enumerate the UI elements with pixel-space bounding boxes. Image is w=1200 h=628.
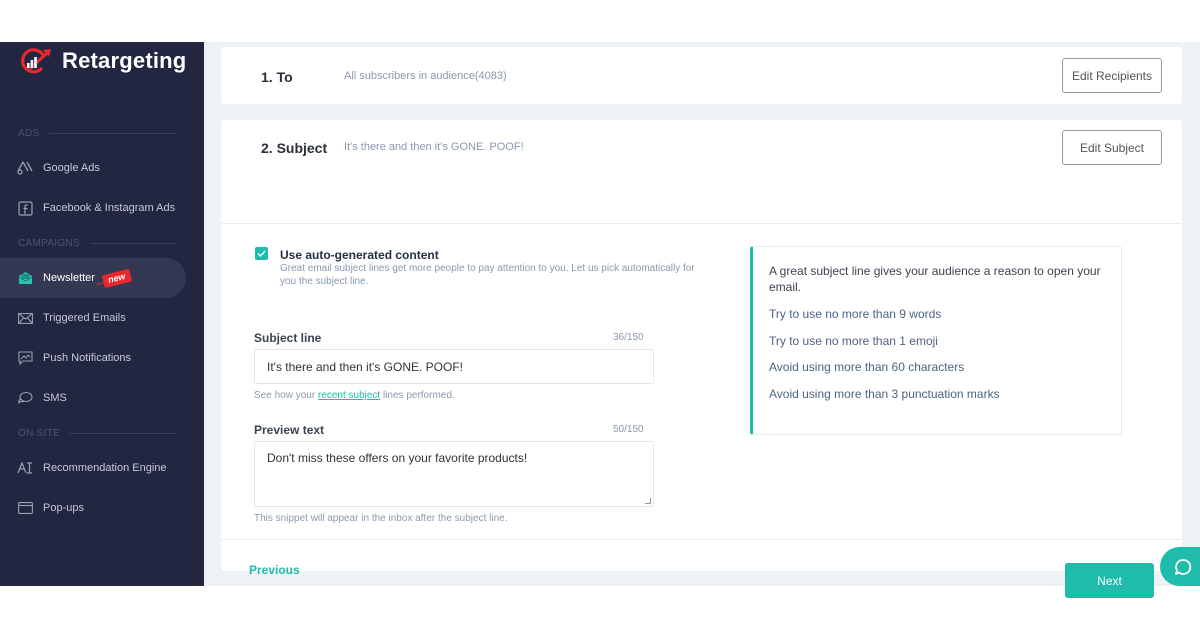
chat-launcher-button[interactable] [1160, 547, 1200, 586]
edit-subject-button[interactable]: Edit Subject [1062, 130, 1162, 165]
sidebar-item-label: SMS [43, 392, 67, 404]
sidebar-item-label: Newsletter [43, 272, 95, 284]
auto-generate-checkbox[interactable] [255, 247, 268, 260]
sidebar: Retargeting ADS Google Ads Facebook & In… [0, 42, 204, 586]
preview-text-label: Preview text [254, 423, 325, 437]
sidebar-item-pop-ups[interactable]: Pop-ups [0, 488, 186, 528]
sidebar-item-facebook-instagram-ads[interactable]: Facebook & Instagram Ads [0, 188, 186, 228]
sidebar-item-label: Google Ads [43, 162, 100, 174]
sidebar-item-newsletter[interactable]: Newsletter new [0, 258, 186, 298]
section-label-campaigns: CAMPAIGNS [18, 238, 176, 249]
new-badge: new [101, 268, 132, 288]
sidebar-item-label: Recommendation Engine [43, 462, 167, 474]
sidebar-item-label: Triggered Emails [43, 312, 126, 324]
edit-recipients-button[interactable]: Edit Recipients [1062, 58, 1162, 93]
section-label-on-site: ON SITE [18, 428, 176, 439]
sidebar-item-sms[interactable]: SMS [0, 378, 186, 418]
preview-text-counter: 50/150 [613, 424, 644, 435]
tips-lead: A great subject line gives your audience… [769, 264, 1101, 294]
subject-tips-panel: A great subject line gives your audience… [750, 246, 1122, 435]
section-divider [221, 223, 1182, 224]
tip-item: Avoid using more than 60 characters [769, 360, 965, 374]
step-to-description: All subscribers in audience(4083) [344, 70, 507, 82]
sidebar-item-triggered-emails[interactable]: Triggered Emails [0, 298, 186, 338]
step-subject-description: It's there and then it's GONE. POOF! [344, 141, 524, 153]
next-button[interactable]: Next [1065, 563, 1154, 598]
ai-icon [17, 460, 33, 476]
app-frame: Retargeting ADS Google Ads Facebook & In… [0, 42, 1200, 598]
previous-link[interactable]: Previous [249, 563, 300, 577]
step-to-title: 1. To [261, 69, 293, 85]
section-divider [89, 243, 176, 244]
preview-text-value: Don't miss these offers on your favorite… [267, 451, 528, 465]
resize-handle-icon[interactable] [645, 498, 651, 504]
step-subject-card: 2. Subject It's there and then it's GONE… [221, 120, 1182, 598]
preview-text-textarea[interactable]: Don't miss these offers on your favorite… [254, 441, 654, 507]
step-to-card: 1. To All subscribers in audience(4083) … [221, 47, 1182, 104]
subject-line-input[interactable] [254, 349, 654, 384]
sidebar-item-push-notifications[interactable]: Push Notifications [0, 338, 186, 378]
google-ads-icon [17, 160, 33, 176]
section-divider [49, 133, 176, 134]
chat-bubbles-icon [17, 390, 33, 406]
logo[interactable]: Retargeting [18, 46, 186, 76]
section-label-ads: ADS [18, 128, 176, 139]
sidebar-item-google-ads[interactable]: Google Ads [0, 148, 186, 188]
tip-item: Try to use no more than 9 words [769, 307, 942, 321]
chat-icon [1175, 558, 1192, 575]
newsletter-icon [17, 270, 33, 286]
popup-window-icon [17, 500, 33, 516]
hint-text: lines performed. [380, 390, 455, 401]
retargeting-logo-icon [18, 46, 54, 76]
auto-generate-label: Use auto-generated content [280, 248, 439, 262]
subject-line-hint: See how your recent subject lines perfor… [254, 390, 455, 401]
recent-subject-link[interactable]: recent subject [318, 390, 380, 401]
footer-divider [221, 539, 1182, 540]
subject-line-label: Subject line [254, 331, 322, 345]
section-label-text: CAMPAIGNS [18, 238, 80, 249]
subject-line-counter: 36/150 [613, 332, 644, 343]
section-label-text: ADS [18, 128, 40, 139]
tip-item: Avoid using more than 3 punctuation mark… [769, 386, 1000, 401]
hint-text: See how your [254, 390, 318, 401]
sidebar-item-label: Facebook & Instagram Ads [43, 202, 176, 214]
sidebar-item-label: Push Notifications [43, 352, 132, 364]
brand-name: Retargeting [62, 48, 187, 73]
tip-item: Try to use no more than 1 emoji [769, 333, 938, 348]
step-subject-title: 2. Subject [261, 140, 328, 156]
sidebar-item-recommendation-engine[interactable]: Recommendation Engine [0, 448, 186, 488]
preview-text-hint: This snippet will appear in the inbox af… [254, 513, 508, 524]
sidebar-item-label: Pop-ups [43, 502, 84, 514]
envelope-icon [17, 310, 33, 326]
section-label-text: ON SITE [18, 428, 61, 439]
facebook-icon [17, 200, 33, 216]
push-notification-icon [17, 350, 33, 366]
auto-generate-description: Great email subject lines get more peopl… [280, 263, 695, 287]
section-divider [70, 433, 176, 434]
checkmark-icon [257, 250, 266, 257]
